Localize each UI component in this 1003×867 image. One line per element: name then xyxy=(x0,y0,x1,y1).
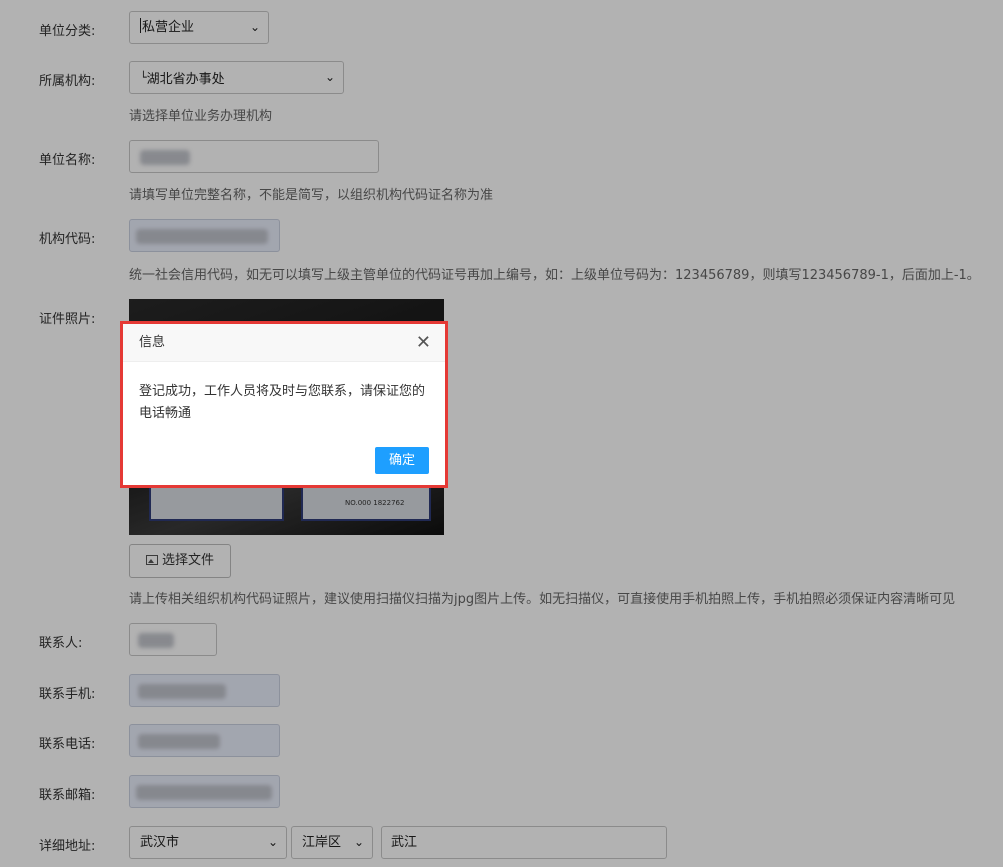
dialog-message: 登记成功，工作人员将及时与您联系，请保证您的 电话畅通 xyxy=(123,362,445,446)
dialog-message-line1: 登记成功，工作人员将及时与您联系，请保证您的 xyxy=(139,384,426,399)
dialog-message-line2: 电话畅通 xyxy=(139,406,192,421)
dialog-header: 信息 ✕ xyxy=(123,324,445,362)
info-dialog: 信息 ✕ 登记成功，工作人员将及时与您联系，请保证您的 电话畅通 确定 xyxy=(120,321,448,488)
dialog-title: 信息 xyxy=(139,335,166,350)
close-icon[interactable]: ✕ xyxy=(416,324,431,362)
ok-button[interactable]: 确定 xyxy=(375,447,429,474)
